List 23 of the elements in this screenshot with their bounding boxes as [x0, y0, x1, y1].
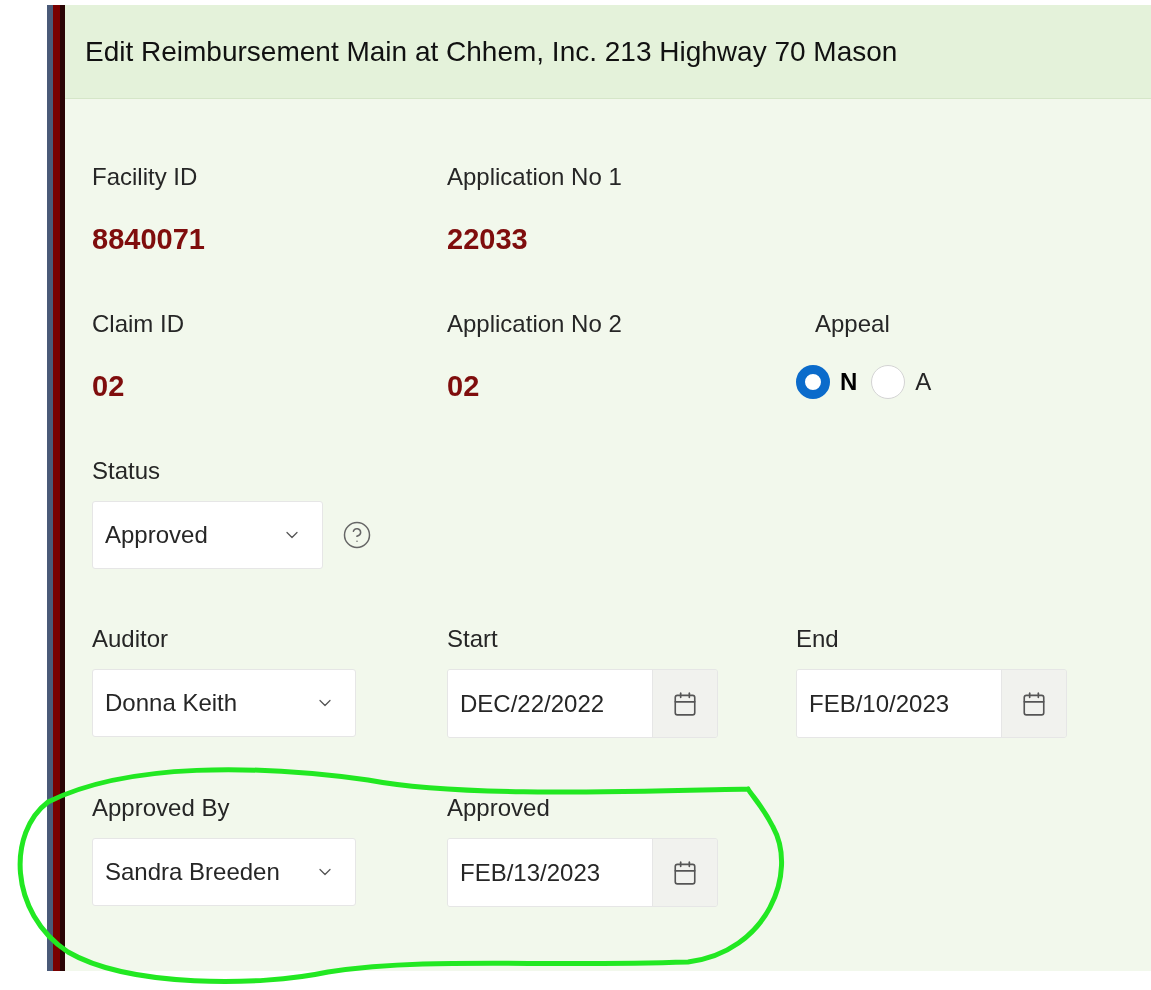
- field-value: 22033: [447, 225, 528, 254]
- field-label: Appeal: [815, 312, 890, 336]
- field-value: 8840071: [92, 225, 205, 254]
- field-label: Approved: [447, 796, 550, 820]
- field-value: 02: [447, 372, 480, 401]
- field-label: Facility ID: [92, 165, 198, 189]
- radio-label: A: [915, 367, 932, 397]
- field-label: Auditor: [92, 627, 169, 651]
- help-icon: [342, 520, 372, 550]
- field-label: Application No 2: [447, 312, 622, 336]
- select-field[interactable]: Donna Keith: [92, 669, 356, 737]
- select-field[interactable]: Approved: [92, 501, 323, 569]
- field-label: End: [796, 627, 839, 651]
- radio-label: N: [840, 367, 858, 397]
- panel-title: Edit Reimbursement Main at Chhem, Inc. 213 Highway 70 Mason: [85, 34, 898, 69]
- field-label: Claim ID: [92, 312, 184, 336]
- field-value: 02: [92, 372, 125, 401]
- field-label: Start: [447, 627, 498, 651]
- field-label: Approved By: [92, 796, 230, 820]
- radio-button[interactable]: [796, 365, 830, 399]
- field-label: Status: [92, 459, 161, 483]
- select-field[interactable]: Sandra Breeden: [92, 838, 356, 906]
- field-label: Application No 1: [447, 165, 622, 189]
